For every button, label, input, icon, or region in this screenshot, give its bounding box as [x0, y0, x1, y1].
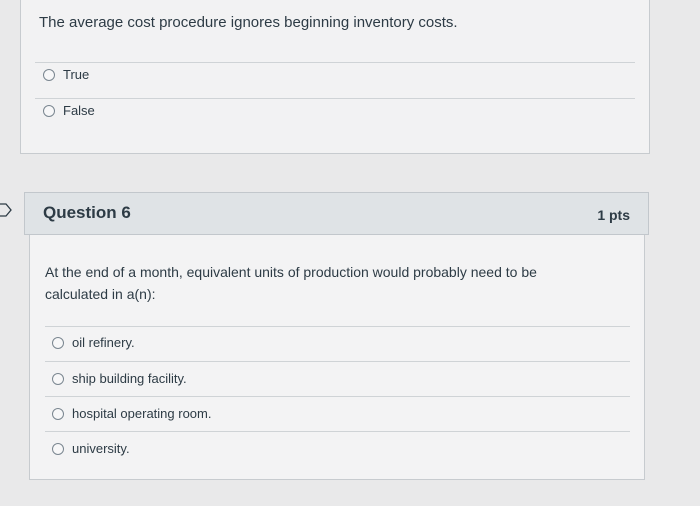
- question-points: 1 pts: [597, 207, 630, 223]
- question-5-text: The average cost procedure ignores begin…: [39, 14, 458, 31]
- option-label: False: [63, 103, 95, 118]
- option-true[interactable]: True: [43, 67, 89, 82]
- option-label: oil refinery.: [72, 335, 135, 350]
- divider: [45, 396, 630, 397]
- radio-button[interactable]: [43, 104, 55, 117]
- radio-button[interactable]: [52, 407, 64, 420]
- question-6-header: Question 6 1 pts: [24, 192, 649, 235]
- question-6-text: At the end of a month, equivalent units …: [45, 264, 537, 302]
- radio-button[interactable]: [52, 336, 64, 349]
- question-arrow-icon: [0, 203, 12, 217]
- divider: [45, 361, 630, 362]
- option-ship-building[interactable]: ship building facility.: [52, 371, 187, 386]
- option-oil-refinery[interactable]: oil refinery.: [52, 335, 135, 350]
- radio-button[interactable]: [52, 442, 64, 455]
- divider: [35, 62, 635, 63]
- option-label: ship building facility.: [72, 371, 187, 386]
- radio-button[interactable]: [43, 68, 55, 81]
- divider: [45, 431, 630, 432]
- question-title: Question 6: [43, 203, 131, 222]
- divider: [45, 326, 630, 327]
- option-label: university.: [72, 441, 130, 456]
- option-label: hospital operating room.: [72, 406, 212, 421]
- option-label: True: [63, 67, 90, 82]
- divider: [35, 98, 635, 99]
- question-6-body: At the end of a month, equivalent units …: [29, 235, 645, 480]
- question-5-card: The average cost procedure ignores begin…: [20, 0, 650, 154]
- radio-button[interactable]: [52, 372, 64, 385]
- option-false[interactable]: False: [43, 103, 95, 118]
- option-hospital[interactable]: hospital operating room.: [52, 406, 211, 421]
- option-university[interactable]: university.: [52, 441, 130, 456]
